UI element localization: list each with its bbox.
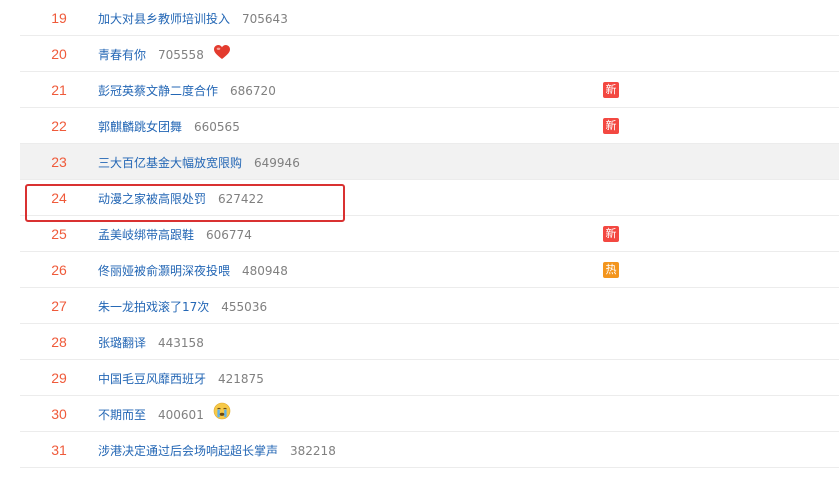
rank-number: 31 — [51, 442, 67, 458]
topic-link[interactable]: 青春有你 — [98, 48, 146, 62]
list-item: 23 三大百亿基金大幅放宽限购 649946 — [20, 144, 839, 180]
rank-number: 25 — [51, 226, 67, 242]
search-count: 686720 — [230, 84, 276, 98]
new-badge: 新 — [603, 226, 619, 242]
heart-icon — [213, 37, 231, 73]
hot-badge: 热 — [603, 262, 619, 278]
search-count: 606774 — [206, 228, 252, 242]
search-count: 421875 — [218, 372, 264, 386]
topic-link[interactable]: 张璐翻译 — [98, 336, 146, 350]
rank-number: 28 — [51, 334, 67, 350]
new-badge: 新 — [603, 118, 619, 134]
rank-number: 29 — [51, 370, 67, 386]
list-item: 27 朱一龙拍戏滚了17次 455036 — [20, 288, 839, 324]
new-badge: 新 — [603, 82, 619, 98]
topic-link[interactable]: 孟美岐绑带高跟鞋 — [98, 228, 194, 242]
topic-link[interactable]: 加大对县乡教师培训投入 — [98, 12, 230, 26]
search-count: 400601 — [158, 408, 204, 422]
topic-link[interactable]: 朱一龙拍戏滚了17次 — [98, 300, 209, 314]
list-item: 20 青春有你 705558 — [20, 36, 839, 72]
topic-link[interactable]: 郭麒麟跳女团舞 — [98, 120, 182, 134]
list-item: 22 郭麒麟跳女团舞 660565 新 — [20, 108, 839, 144]
list-item: 31 涉港决定通过后会场响起超长掌声 382218 — [20, 432, 839, 468]
topic-link[interactable]: 佟丽娅被俞灏明深夜投喂 — [98, 264, 230, 278]
topic-link[interactable]: 三大百亿基金大幅放宽限购 — [98, 156, 242, 170]
hot-search-list: 19 加大对县乡教师培训投入 705643 20 青春有你 705558 21 彭冠… — [20, 0, 839, 468]
list-item: 30 不期而至 400601 — [20, 396, 839, 432]
topic-link[interactable]: 彭冠英蔡文静二度合作 — [98, 84, 218, 98]
crying-face-icon — [213, 397, 231, 433]
topic-link[interactable]: 涉港决定通过后会场响起超长掌声 — [98, 444, 278, 458]
rank-number: 24 — [51, 190, 67, 206]
search-count: 382218 — [290, 444, 336, 458]
search-count: 455036 — [221, 300, 268, 314]
search-count: 480948 — [242, 264, 288, 278]
rank-number: 21 — [51, 82, 67, 98]
search-count: 627422 — [218, 192, 264, 206]
rank-number: 23 — [51, 154, 67, 170]
search-count: 443158 — [158, 336, 204, 350]
rank-number: 20 — [51, 46, 67, 62]
list-item: 24 动漫之家被高限处罚 627422 — [20, 180, 839, 216]
list-item: 29 中国毛豆风靡西班牙 421875 — [20, 360, 839, 396]
list-item: 28 张璐翻译 443158 — [20, 324, 839, 360]
search-count: 705558 — [158, 48, 204, 62]
topic-link[interactable]: 中国毛豆风靡西班牙 — [98, 372, 206, 386]
search-count: 705643 — [242, 12, 288, 26]
list-item: 26 佟丽娅被俞灏明深夜投喂 480948 热 — [20, 252, 839, 288]
list-item: 25 孟美岐绑带高跟鞋 606774 新 — [20, 216, 839, 252]
rank-number: 19 — [51, 10, 67, 26]
rank-number: 26 — [51, 262, 67, 278]
rank-number: 27 — [51, 298, 67, 314]
topic-link[interactable]: 不期而至 — [98, 408, 146, 422]
search-count: 660565 — [194, 120, 240, 134]
rank-number: 22 — [51, 118, 67, 134]
list-item: 21 彭冠英蔡文静二度合作 686720 新 — [20, 72, 839, 108]
search-count: 649946 — [254, 156, 300, 170]
topic-link[interactable]: 动漫之家被高限处罚 — [98, 192, 206, 206]
list-item: 19 加大对县乡教师培训投入 705643 — [20, 0, 839, 36]
rank-number: 30 — [51, 406, 67, 422]
